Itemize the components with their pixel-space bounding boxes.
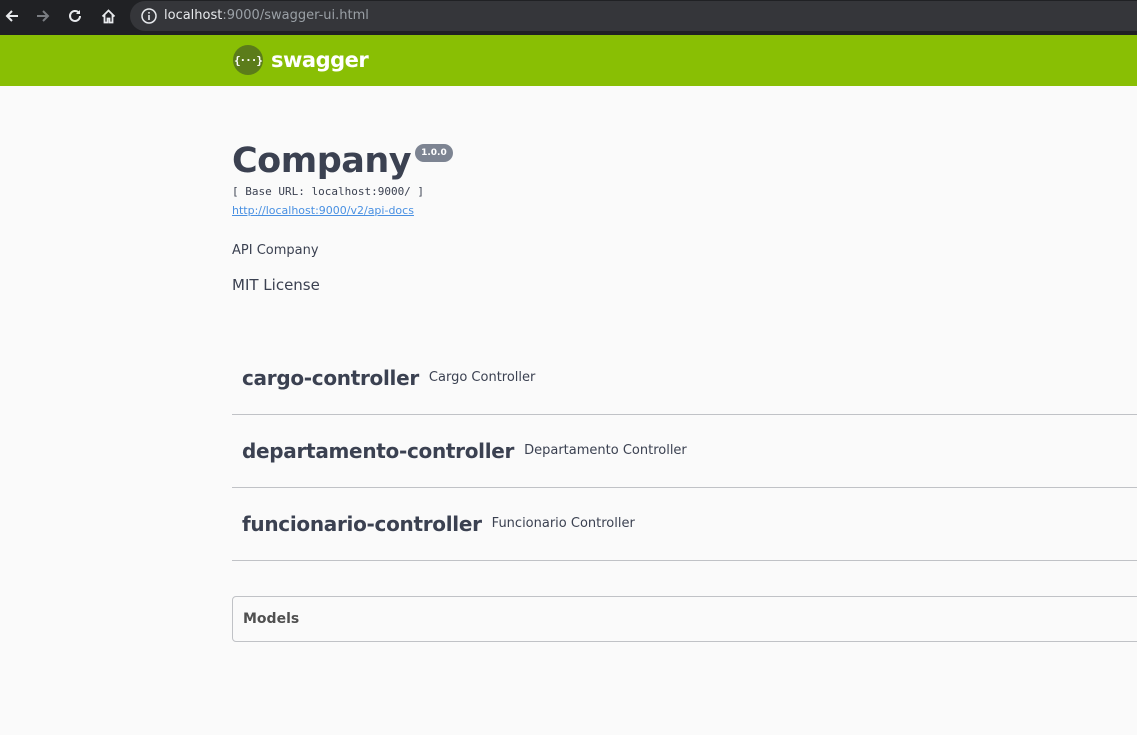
models-section[interactable]: Models	[232, 596, 1137, 642]
tag-name: cargo-controller	[242, 366, 419, 390]
page-title: Company	[232, 141, 412, 181]
reload-icon	[69, 9, 81, 22]
version-badge: 1.0.0	[415, 144, 453, 162]
address-bar[interactable]: localhost:9000/swagger-ui.html	[130, 1, 1137, 31]
url-text: localhost:9000/swagger-ui.html	[164, 8, 369, 24]
models-title: Models	[243, 611, 300, 627]
tag-description: Funcionario Controller	[491, 515, 635, 531]
home-button[interactable]	[96, 4, 120, 28]
tag-departamento-controller[interactable]: departamento-controller Departamento Con…	[232, 415, 1137, 488]
back-button[interactable]	[0, 4, 24, 28]
url-path: :9000/swagger-ui.html	[222, 8, 369, 23]
api-info: Company 1.0.0 [ Base URL: localhost:9000…	[232, 138, 1137, 219]
swagger-logo-icon: {···}	[233, 45, 263, 75]
swagger-topbar: {···} swagger	[0, 35, 1137, 86]
tag-cargo-controller[interactable]: cargo-controller Cargo Controller	[232, 342, 1137, 415]
arrow-right-icon	[37, 10, 50, 22]
api-docs-link[interactable]: http://localhost:9000/v2/api-docs	[232, 204, 414, 218]
info-icon[interactable]	[140, 7, 158, 25]
tag-description: Departamento Controller	[524, 442, 687, 458]
home-icon	[101, 8, 115, 23]
tag-funcionario-controller[interactable]: funcionario-controller Funcionario Contr…	[232, 488, 1137, 561]
browser-toolbar: localhost:9000/swagger-ui.html	[0, 0, 1137, 32]
swagger-logo-text: swagger	[271, 48, 369, 72]
arrow-left-icon	[5, 10, 18, 22]
tag-name: departamento-controller	[242, 439, 515, 463]
base-url: [ Base URL: localhost:9000/ ]	[232, 185, 425, 198]
api-description: API Company	[232, 243, 319, 258]
tag-name: funcionario-controller	[242, 512, 482, 536]
reload-button[interactable]	[63, 4, 87, 28]
forward-button[interactable]	[31, 4, 55, 28]
tag-description: Cargo Controller	[428, 369, 536, 385]
swagger-logo[interactable]: {···} swagger	[233, 45, 369, 75]
license-link[interactable]: MIT License	[232, 276, 320, 294]
url-host: localhost	[164, 8, 223, 23]
